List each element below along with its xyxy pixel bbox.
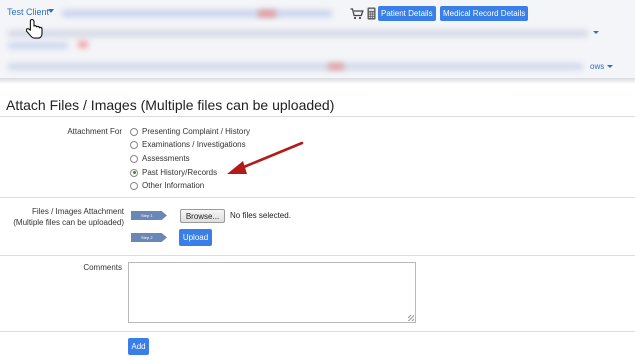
blurred-nav-marker (328, 63, 344, 70)
radio-label: Presenting Complaint / History (142, 127, 251, 136)
radio-button[interactable] (130, 181, 138, 190)
radio-label: Assessments (142, 154, 190, 163)
radio-option-assessments[interactable]: Assessments (130, 153, 190, 164)
header-divider (0, 78, 635, 84)
chevron-down-icon[interactable] (607, 65, 613, 68)
title-divider (0, 116, 635, 117)
page-title: Attach Files / Images (Multiple files ca… (6, 97, 335, 113)
upload-button[interactable]: Upload (179, 229, 212, 246)
files-attachment-label-line2: (Multiple files can be uploaded) (13, 218, 124, 227)
radio-label: Past History/Records (142, 168, 218, 177)
add-button[interactable]: Add (128, 338, 149, 355)
blurred-nav-row (8, 30, 588, 37)
radio-button[interactable] (130, 127, 138, 136)
patient-details-button[interactable]: Patient Details (378, 6, 436, 21)
resize-grip-icon[interactable] (408, 315, 414, 321)
step-1-arrow: Step 1 (131, 211, 167, 220)
comments-label: Comments (83, 263, 122, 272)
no-files-status: No files selected. (230, 211, 291, 220)
radio-option-presenting-complaint[interactable]: Presenting Complaint / History (130, 126, 250, 137)
files-attachment-label-line1: Files / Images Attachment (31, 207, 124, 216)
chevron-down-icon[interactable] (593, 31, 599, 34)
section-divider (0, 197, 635, 198)
medical-record-details-button[interactable]: Medical Record Details (440, 6, 529, 21)
radio-button-selected[interactable] (130, 168, 138, 177)
shopping-cart-icon[interactable] (350, 8, 364, 20)
calculator-icon[interactable] (367, 7, 376, 20)
radio-option-past-history[interactable]: Past History/Records (130, 167, 217, 178)
radio-button[interactable] (130, 140, 138, 149)
radio-button[interactable] (130, 154, 138, 163)
radio-label: Other Information (142, 181, 205, 190)
blurred-nav-row (8, 42, 68, 49)
step-2-arrow: Step 2 (131, 233, 167, 242)
top-navigation-bar: Test Client Patient Details Medical Reco… (0, 0, 635, 80)
blurred-nav-marker (258, 10, 276, 17)
files-attachment-label: Files / Images Attachment (Multiple file… (0, 206, 124, 228)
section-divider (0, 255, 635, 256)
radio-option-other-information[interactable]: Other Information (130, 180, 204, 191)
chevron-down-icon[interactable] (48, 9, 54, 13)
browse-button[interactable]: Browse... (180, 209, 225, 223)
blurred-nav-marker (78, 41, 88, 48)
annotation-arrow-icon (227, 141, 304, 174)
hand-cursor-icon (26, 18, 43, 39)
client-selector[interactable]: Test Client (7, 7, 49, 17)
section-divider (0, 331, 635, 332)
blurred-nav-row (62, 10, 332, 17)
comments-textarea[interactable] (128, 262, 416, 323)
blurred-nav-row (8, 63, 583, 70)
views-menu-link[interactable]: ows (590, 62, 604, 71)
attachment-for-label: Attachment For (67, 127, 122, 136)
